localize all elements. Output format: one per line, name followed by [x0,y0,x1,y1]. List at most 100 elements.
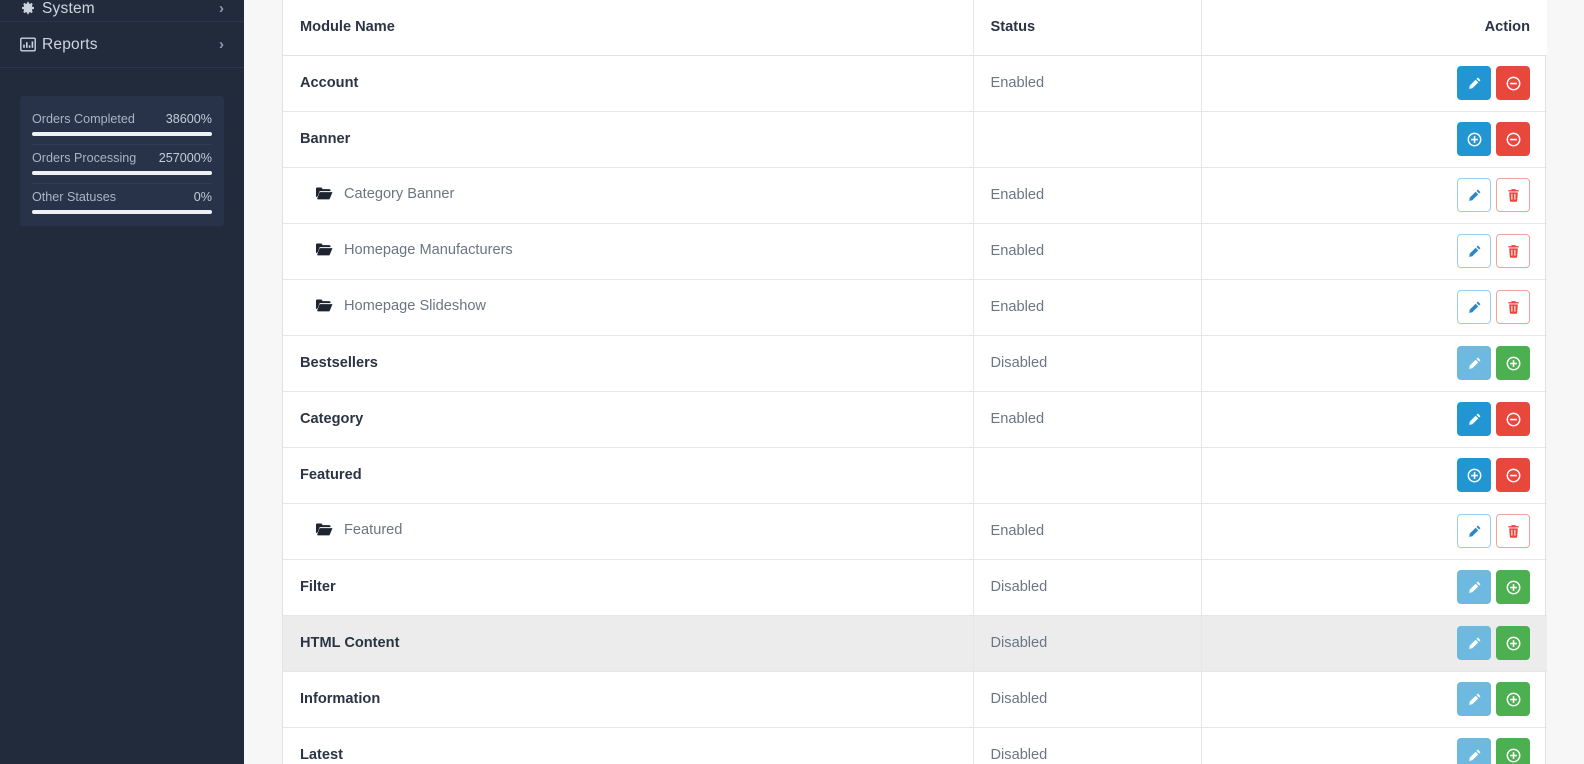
action-cell [1201,559,1547,616]
module-name-label: Account [300,75,359,91]
action-cell [1201,615,1547,672]
action-cell [1201,391,1547,448]
modules-table: Module Name Status Action Account Enabled… [283,0,1547,764]
plus-circle-icon [1506,356,1521,371]
stat-progress-bar [32,171,212,175]
edit-button[interactable] [1457,626,1491,660]
disable-button[interactable] [1496,122,1530,156]
edit-button[interactable] [1457,682,1491,716]
sidebar: System › Reports › Orders Completed 3860… [0,0,244,764]
module-name-cell: Information [283,671,974,728]
bar-chart-icon [20,37,42,52]
module-name-label: Featured [300,467,362,483]
module-name-cell: Homepage Manufacturers [283,223,974,280]
sidebar-item-reports[interactable]: Reports › [0,22,244,68]
minus-circle-icon [1506,132,1521,147]
status-cell: Enabled [973,279,1202,336]
module-name-label: Banner [300,131,351,147]
plus-circle-icon [1467,468,1482,483]
module-name-cell: Banner [283,111,974,168]
pencil-icon [1467,748,1482,763]
action-cell [1201,55,1547,112]
pencil-icon [1467,244,1482,259]
table-row: Featured [283,447,1547,504]
pencil-icon [1467,412,1482,427]
delete-button[interactable] [1496,290,1530,324]
table-row: Filter Disabled [283,559,1547,616]
edit-button[interactable] [1457,346,1491,380]
status-cell: Disabled [973,335,1202,392]
delete-button[interactable] [1496,178,1530,212]
edit-button[interactable] [1457,738,1491,764]
status-cell: Disabled [973,559,1202,616]
trash-icon [1506,188,1521,203]
plus-circle-icon [1506,636,1521,651]
enable-button[interactable] [1496,346,1530,380]
delete-button[interactable] [1496,234,1530,268]
column-header-module-name: Module Name [283,0,974,56]
stat-value: 0% [193,190,212,204]
table-body: Account Enabled Banner Category Banner Enabl… [283,55,1547,764]
status-cell: Disabled [973,727,1202,764]
edit-button[interactable] [1457,570,1491,604]
enable-button[interactable] [1496,570,1530,604]
stat-orders-completed: Orders Completed 38600% [32,106,212,136]
module-name-label: HTML Content [300,635,400,651]
pencil-icon [1467,76,1482,91]
status-cell [973,111,1202,168]
disable-button[interactable] [1496,66,1530,100]
sidebar-item-system-label: System [42,0,95,17]
status-cell: Enabled [973,167,1202,224]
order-stats-panel: Orders Completed 38600% Orders Processin… [20,96,224,226]
main-content: Module Name Status Action Account Enabled… [244,0,1584,764]
pencil-icon [1467,580,1482,595]
edit-button[interactable] [1457,234,1491,268]
module-name-label: Latest [300,747,343,763]
minus-circle-icon [1506,76,1521,91]
folder-open-icon [316,299,333,316]
module-name-cell: HTML Content [283,615,974,672]
plus-circle-icon [1467,132,1482,147]
enable-button[interactable] [1496,682,1530,716]
column-header-status: Status [973,0,1202,56]
enable-button[interactable] [1496,626,1530,660]
edit-button[interactable] [1457,66,1491,100]
action-cell [1201,279,1547,336]
sidebar-item-system[interactable]: System › [0,0,244,22]
module-name-label: Category [300,411,364,427]
add-button[interactable] [1457,458,1491,492]
edit-button[interactable] [1457,178,1491,212]
disable-button[interactable] [1496,402,1530,436]
table-row: Category Enabled [283,391,1547,448]
edit-button[interactable] [1457,514,1491,548]
trash-icon [1506,300,1521,315]
stat-progress-bar [32,132,212,136]
add-button[interactable] [1457,122,1491,156]
module-name-cell: Account [283,55,974,112]
status-cell: Disabled [973,671,1202,728]
disable-button[interactable] [1496,458,1530,492]
status-cell: Enabled [973,391,1202,448]
chevron-right-icon: › [219,36,224,53]
pencil-icon [1467,188,1482,203]
column-header-action: Action [1201,0,1547,56]
plus-circle-icon [1506,692,1521,707]
gear-icon [20,0,42,16]
table-row: HTML Content Disabled [283,615,1547,672]
edit-button[interactable] [1457,290,1491,324]
delete-button[interactable] [1496,514,1530,548]
edit-button[interactable] [1457,402,1491,436]
action-cell [1201,111,1547,168]
table-header-row: Module Name Status Action [283,0,1547,56]
pencil-icon [1467,300,1482,315]
module-name-label: Homepage Slideshow [344,298,486,314]
module-name-label: Category Banner [344,186,455,202]
pencil-icon [1467,636,1482,651]
pencil-icon [1467,356,1482,371]
enable-button[interactable] [1496,738,1530,764]
table-row: Homepage Manufacturers Enabled [283,223,1547,280]
plus-circle-icon [1506,748,1521,763]
folder-open-icon [316,187,333,204]
stat-label: Orders Completed [32,112,135,126]
status-cell: Enabled [973,55,1202,112]
